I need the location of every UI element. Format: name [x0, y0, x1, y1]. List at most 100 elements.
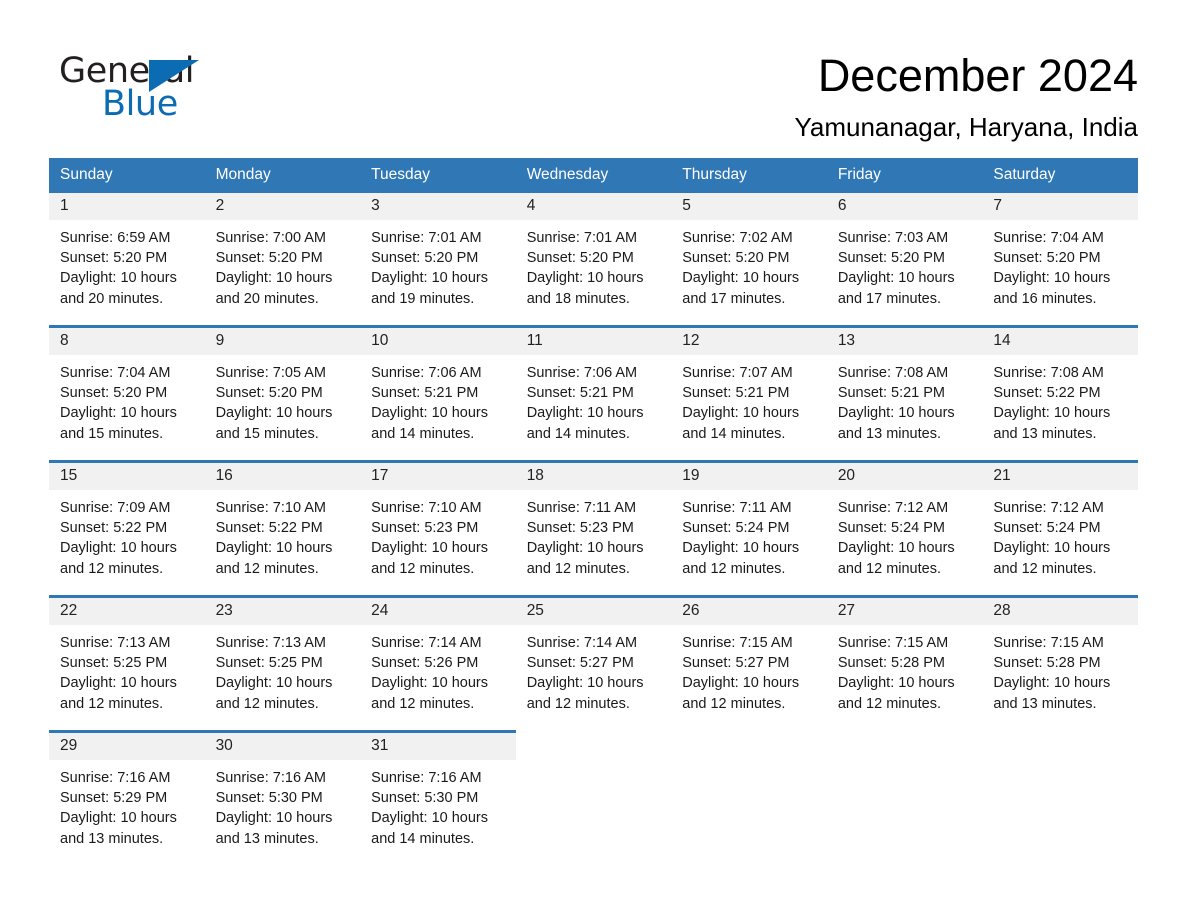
day-number-band: 3 — [360, 193, 516, 220]
calendar-day-cell[interactable]: 4 Sunrise: 7:01 AM Sunset: 5:20 PM Daylight… — [515, 193, 672, 327]
day-cell-content: 21 Sunrise: 7:12 AM Sunset: 5:24 PM Dayligh… — [982, 463, 1138, 595]
day-cell-content — [516, 732, 672, 864]
daylight-text: Daylight: 10 hours and 12 minutes. — [837, 675, 955, 712]
calendar-day-cell[interactable]: 12 Sunrise: 7:07 AM Sunset: 5:21 PM Dayligh… — [671, 325, 827, 462]
calendar-day-cell[interactable]: 27 Sunrise: 7:15 AM Sunset: 5:28 PM Dayligh… — [826, 595, 983, 732]
day-number: 20 — [837, 467, 856, 484]
day-cell-content: 22 Sunrise: 7:13 AM Sunset: 5:25 PM Dayligh… — [49, 598, 205, 730]
day-number-band: 17 — [360, 463, 516, 490]
daylight-text: Daylight: 10 hours and 13 minutes. — [60, 810, 177, 847]
daylight-text: Daylight: 10 hours and 14 minutes. — [371, 810, 488, 847]
calendar-day-cell[interactable]: 11 Sunrise: 7:06 AM Sunset: 5:21 PM Dayligh… — [515, 325, 672, 462]
location-subtitle: Yamunanagar, Haryana, India — [794, 112, 1138, 142]
calendar-day-cell[interactable]: 29 Sunrise: 7:16 AM Sunset: 5:29 PM Dayligh… — [49, 730, 205, 865]
day-number: 25 — [526, 602, 544, 619]
day-cell-content: 13 Sunrise: 7:08 AM Sunset: 5:21 PM Dayligh… — [826, 328, 983, 460]
calendar-day-cell[interactable]: 26 Sunrise: 7:15 AM Sunset: 5:27 PM Dayligh… — [671, 595, 827, 732]
calendar-day-cell[interactable]: 3 Sunrise: 7:01 AM Sunset: 5:20 PM Daylight… — [360, 193, 516, 327]
calendar-day-cell[interactable]: 17 Sunrise: 7:10 AM Sunset: 5:23 PM Dayligh… — [360, 460, 516, 597]
day-number-band: 6 — [826, 193, 983, 220]
day-number-band: 24 — [360, 598, 516, 625]
sunrise-text: Sunrise: 7:08 AM — [837, 365, 949, 381]
calendar-day-cell[interactable]: 24 Sunrise: 7:14 AM Sunset: 5:26 PM Dayligh… — [360, 595, 516, 732]
calendar-day-cell[interactable]: 23 Sunrise: 7:13 AM Sunset: 5:25 PM Dayligh… — [204, 595, 361, 732]
calendar-day-cell[interactable]: 28 Sunrise: 7:15 AM Sunset: 5:28 PM Dayligh… — [982, 595, 1138, 732]
sunset-text: Sunset: 5:24 PM — [837, 520, 946, 537]
daylight-text: Daylight: 10 hours and 15 minutes. — [215, 405, 333, 442]
day-details: Sunrise: 7:09 AM Sunset: 5:22 PM Daylight:… — [49, 490, 205, 579]
calendar-day-cell[interactable]: 8 Sunrise: 7:04 AM Sunset: 5:20 PM Daylight… — [49, 325, 205, 462]
calendar-day-cell[interactable]: 14 Sunrise: 7:08 AM Sunset: 5:22 PM Dayligh… — [982, 325, 1138, 462]
sunset-text: Sunset: 5:24 PM — [682, 520, 790, 537]
daylight-text: Daylight: 10 hours and 18 minutes. — [526, 270, 644, 307]
sunrise-text: Sunrise: 7:15 AM — [682, 635, 793, 651]
calendar-day-cell[interactable]: 10 Sunrise: 7:06 AM Sunset: 5:21 PM Dayligh… — [360, 325, 516, 462]
sunrise-text: Sunrise: 7:11 AM — [526, 500, 637, 516]
sunrise-text: Sunrise: 7:00 AM — [215, 230, 326, 246]
sunset-text: Sunset: 5:24 PM — [993, 520, 1101, 537]
calendar-day-cell[interactable]: 9 Sunrise: 7:05 AM Sunset: 5:20 PM Daylight… — [204, 325, 361, 462]
day-number-band: 19 — [671, 463, 827, 490]
calendar-day-cell[interactable]: 25 Sunrise: 7:14 AM Sunset: 5:27 PM Dayligh… — [515, 595, 672, 732]
calendar-day-cell[interactable]: 13 Sunrise: 7:08 AM Sunset: 5:21 PM Dayligh… — [826, 325, 983, 462]
calendar-empty-cell — [826, 731, 983, 865]
calendar-day-cell[interactable]: 15 Sunrise: 7:09 AM Sunset: 5:22 PM Dayligh… — [49, 460, 205, 597]
day-number-band: 28 — [982, 598, 1138, 625]
daylight-text: Daylight: 10 hours and 12 minutes. — [371, 540, 488, 577]
day-cell-content: 5 Sunrise: 7:02 AM Sunset: 5:20 PM Daylight… — [671, 193, 827, 325]
day-cell-content: 29 Sunrise: 7:16 AM Sunset: 5:29 PM Dayligh… — [49, 733, 205, 865]
day-number: 2 — [215, 197, 225, 214]
day-number: 15 — [60, 467, 78, 484]
day-number-band: 15 — [49, 463, 205, 490]
sunrise-text: Sunrise: 6:59 AM — [60, 230, 171, 246]
day-cell-content — [671, 732, 827, 864]
calendar-day-cell[interactable]: 6 Sunrise: 7:03 AM Sunset: 5:20 PM Daylight… — [826, 193, 983, 327]
day-details: Sunrise: 7:06 AM Sunset: 5:21 PM Daylight:… — [360, 355, 516, 444]
sunset-text: Sunset: 5:20 PM — [60, 385, 168, 402]
daylight-text: Daylight: 10 hours and 13 minutes. — [837, 405, 955, 442]
calendar-day-cell[interactable]: 21 Sunrise: 7:12 AM Sunset: 5:24 PM Dayligh… — [982, 460, 1138, 597]
calendar-day-cell[interactable]: 18 Sunrise: 7:11 AM Sunset: 5:23 PM Dayligh… — [515, 460, 672, 597]
weekday-header-monday: Monday — [204, 158, 361, 193]
day-number-band: 23 — [204, 598, 361, 625]
day-number: 21 — [993, 467, 1011, 484]
title-block: December 2024 Yamunanagar, Haryana, Indi… — [794, 50, 1138, 142]
calendar-day-cell[interactable]: 1 Sunrise: 6:59 AM Sunset: 5:20 PM Daylight… — [49, 193, 205, 327]
day-cell-content: 20 Sunrise: 7:12 AM Sunset: 5:24 PM Dayligh… — [826, 463, 983, 595]
day-number: 26 — [682, 602, 700, 619]
calendar-day-cell[interactable]: 31 Sunrise: 7:16 AM Sunset: 5:30 PM Dayligh… — [360, 730, 516, 865]
day-cell-content: 15 Sunrise: 7:09 AM Sunset: 5:22 PM Dayligh… — [49, 463, 205, 595]
calendar-day-cell[interactable]: 30 Sunrise: 7:16 AM Sunset: 5:30 PM Dayligh… — [204, 730, 361, 865]
calendar-day-cell[interactable]: 16 Sunrise: 7:10 AM Sunset: 5:22 PM Dayligh… — [204, 460, 361, 597]
day-cell-content: 3 Sunrise: 7:01 AM Sunset: 5:20 PM Daylight… — [360, 193, 516, 325]
sunset-text: Sunset: 5:20 PM — [371, 250, 479, 267]
calendar-day-cell[interactable]: 20 Sunrise: 7:12 AM Sunset: 5:24 PM Dayligh… — [826, 460, 983, 597]
daylight-text: Daylight: 10 hours and 12 minutes. — [682, 675, 800, 712]
calendar-day-cell[interactable]: 7 Sunrise: 7:04 AM Sunset: 5:20 PM Daylight… — [982, 193, 1138, 327]
calendar-day-cell[interactable]: 22 Sunrise: 7:13 AM Sunset: 5:25 PM Dayligh… — [49, 595, 205, 732]
day-details: Sunrise: 7:11 AM Sunset: 5:24 PM Daylight:… — [671, 490, 827, 579]
day-number-band: 26 — [671, 598, 827, 625]
calendar-day-cell[interactable]: 2 Sunrise: 7:00 AM Sunset: 5:20 PM Daylight… — [204, 193, 361, 327]
day-cell-content: 12 Sunrise: 7:07 AM Sunset: 5:21 PM Dayligh… — [671, 328, 827, 460]
daylight-text: Daylight: 10 hours and 16 minutes. — [993, 270, 1111, 307]
sunset-text: Sunset: 5:22 PM — [993, 385, 1101, 402]
day-number: 12 — [682, 332, 700, 349]
day-cell-content: 27 Sunrise: 7:15 AM Sunset: 5:28 PM Dayligh… — [826, 598, 983, 730]
daylight-text: Daylight: 10 hours and 15 minutes. — [60, 405, 177, 442]
day-details: Sunrise: 7:05 AM Sunset: 5:20 PM Daylight:… — [205, 355, 361, 444]
logo-text-blue: Blue — [102, 84, 178, 124]
calendar-day-cell[interactable]: 19 Sunrise: 7:11 AM Sunset: 5:24 PM Dayligh… — [671, 460, 827, 597]
day-details: Sunrise: 7:10 AM Sunset: 5:23 PM Daylight:… — [360, 490, 516, 579]
day-cell-content: 24 Sunrise: 7:14 AM Sunset: 5:26 PM Dayligh… — [360, 598, 516, 730]
day-number-band: 31 — [360, 733, 516, 760]
daylight-text: Daylight: 10 hours and 12 minutes. — [215, 540, 333, 577]
sunrise-text: Sunrise: 7:05 AM — [215, 365, 326, 381]
calendar-day-cell[interactable]: 5 Sunrise: 7:02 AM Sunset: 5:20 PM Daylight… — [671, 193, 827, 327]
sunrise-text: Sunrise: 7:07 AM — [682, 365, 793, 381]
sunset-text: Sunset: 5:20 PM — [215, 250, 323, 267]
sunset-text: Sunset: 5:29 PM — [60, 790, 168, 807]
calendar-empty-cell — [982, 731, 1138, 865]
calendar-week-row: 8 Sunrise: 7:04 AM Sunset: 5:20 PM Daylight… — [49, 325, 1138, 462]
day-number-band: 5 — [671, 193, 827, 220]
